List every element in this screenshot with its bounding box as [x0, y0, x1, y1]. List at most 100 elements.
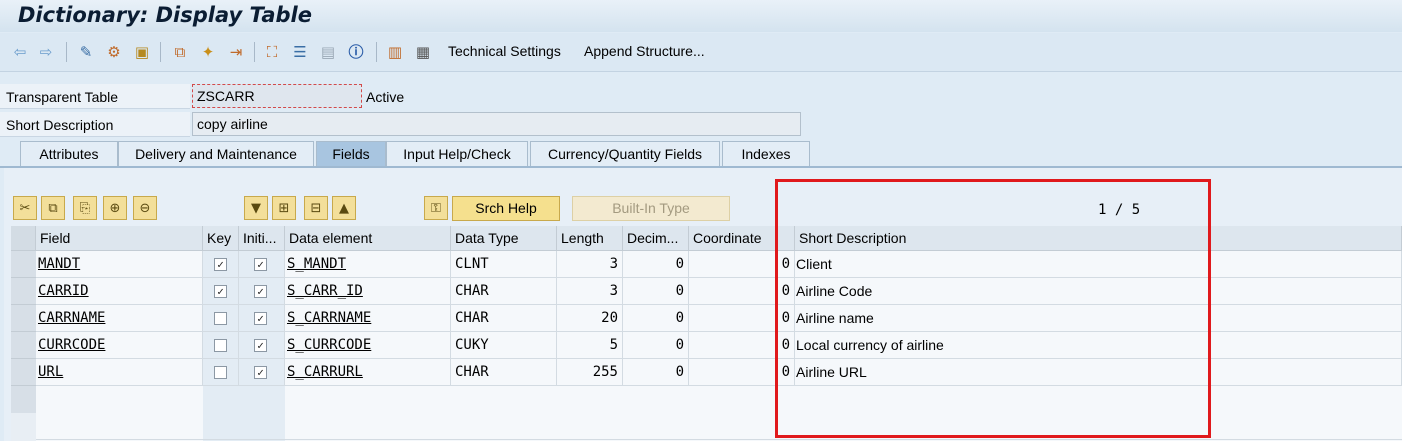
- cell-decimals: 0: [623, 332, 689, 359]
- short-description-field[interactable]: copy airline: [192, 112, 801, 136]
- cell-element[interactable]: S_CARRNAME: [285, 305, 451, 332]
- search-help-icon[interactable]: ⚿: [424, 196, 448, 220]
- table-type-label: Transparent Table: [6, 89, 119, 105]
- row-selector[interactable]: [11, 305, 36, 332]
- key-checkbox[interactable]: [214, 312, 227, 325]
- tab-indexes[interactable]: Indexes: [722, 141, 810, 166]
- filter-down-icon[interactable]: ▼: [244, 196, 268, 220]
- contents-icon[interactable]: ▥: [385, 42, 405, 62]
- info-icon[interactable]: ⓘ: [346, 42, 366, 62]
- initial-values-checkbox[interactable]: ✓: [254, 285, 267, 298]
- title-bar: Dictionary: Display Table: [0, 0, 1402, 32]
- cell-type: CHAR: [451, 359, 557, 386]
- tab-currency-quantity[interactable]: Currency/Quantity Fields: [530, 141, 720, 166]
- table-name-field[interactable]: ZSCARR: [192, 84, 362, 108]
- cell-field[interactable]: CARRNAME: [36, 305, 203, 332]
- cell-length: 3: [557, 251, 623, 278]
- initial-values-checkbox[interactable]: ✓: [254, 339, 267, 352]
- cell-field[interactable]: CARRID: [36, 278, 203, 305]
- col-header-data-element[interactable]: Data element: [285, 226, 451, 251]
- cell-init: ✓: [239, 359, 285, 386]
- hierarchy-icon[interactable]: ⛶: [262, 42, 282, 62]
- cell-field[interactable]: MANDT: [36, 251, 203, 278]
- cell-length: 3: [557, 278, 623, 305]
- row-selector-empty: [11, 413, 36, 441]
- short-description-value: copy airline: [197, 116, 268, 132]
- object-list-icon[interactable]: ✦: [198, 42, 218, 62]
- cell-element[interactable]: S_CARR_ID: [285, 278, 451, 305]
- forward-icon[interactable]: ⇨: [36, 42, 56, 62]
- key-checkbox[interactable]: [214, 339, 227, 352]
- append-structure-button[interactable]: Append Structure...: [584, 43, 705, 59]
- select-all-corner[interactable]: [11, 226, 36, 251]
- delete-row-icon[interactable]: ⊖: [133, 196, 157, 220]
- cell-init: ✓: [239, 332, 285, 359]
- cell-field[interactable]: URL: [36, 359, 203, 386]
- cell-init: ✓: [239, 305, 285, 332]
- cell-decimals: 0: [623, 359, 689, 386]
- next-page-icon[interactable]: ⊟: [304, 196, 328, 220]
- status-label: Active: [366, 89, 405, 105]
- col-header-key[interactable]: Key: [203, 226, 239, 251]
- tab-input-help-check[interactable]: Input Help/Check: [386, 141, 528, 166]
- tab-fields[interactable]: Fields: [316, 141, 386, 166]
- row-selector[interactable]: [11, 251, 36, 278]
- back-icon[interactable]: ⇦: [10, 42, 30, 62]
- key-checkbox[interactable]: [214, 366, 227, 379]
- other-object-icon[interactable]: ✎: [76, 42, 96, 62]
- cell-key: [203, 332, 239, 359]
- display-change-icon[interactable]: ⚙: [104, 42, 124, 62]
- table-contents-icon[interactable]: ▦: [413, 42, 433, 62]
- key-checkbox[interactable]: ✓: [214, 258, 227, 271]
- layout-icon[interactable]: ▤: [318, 42, 338, 62]
- cell-type: CHAR: [451, 278, 557, 305]
- where-used-icon[interactable]: ⧉: [170, 42, 190, 62]
- cell-decimals: 0: [623, 305, 689, 332]
- tab-attributes[interactable]: Attributes: [20, 141, 118, 166]
- window-title: Dictionary: Display Table: [18, 3, 312, 27]
- highlight-box: [775, 179, 1211, 438]
- cell-field[interactable]: CURRCODE: [36, 332, 203, 359]
- documentation-icon[interactable]: ☰: [290, 42, 310, 62]
- col-header-decimals[interactable]: Decim...: [623, 226, 689, 251]
- row-selector[interactable]: [11, 278, 36, 305]
- col-header-field[interactable]: Field: [36, 226, 203, 251]
- initial-values-checkbox[interactable]: ✓: [254, 366, 267, 379]
- row-selector[interactable]: [11, 332, 36, 359]
- col-header-initial[interactable]: Initi...: [239, 226, 285, 251]
- col-header-data-type[interactable]: Data Type: [451, 226, 557, 251]
- cell-element[interactable]: S_CURRCODE: [285, 332, 451, 359]
- cell-type: CLNT: [451, 251, 557, 278]
- built-in-type-button[interactable]: Built-In Type: [572, 196, 730, 221]
- table-type-label-cell: Transparent Table: [0, 84, 190, 109]
- filter-up-icon[interactable]: ▲: [332, 196, 356, 220]
- cell-length: 20: [557, 305, 623, 332]
- copy-icon[interactable]: ⧉: [41, 196, 65, 220]
- technical-settings-button[interactable]: Technical Settings: [448, 43, 561, 59]
- cell-init: ✓: [239, 278, 285, 305]
- cell-key: ✓: [203, 251, 239, 278]
- cell-decimals: 0: [623, 278, 689, 305]
- cell-type: CUKY: [451, 332, 557, 359]
- insert-row-icon[interactable]: ⊕: [103, 196, 127, 220]
- short-desc-label: Short Description: [6, 117, 114, 133]
- cell-init: ✓: [239, 251, 285, 278]
- col-header-length[interactable]: Length: [557, 226, 623, 251]
- cell-element[interactable]: S_CARRURL: [285, 359, 451, 386]
- row-selector[interactable]: [11, 359, 36, 386]
- initial-values-checkbox[interactable]: ✓: [254, 312, 267, 325]
- short-desc-label-cell: Short Description: [0, 112, 190, 137]
- key-checkbox[interactable]: ✓: [214, 285, 227, 298]
- tab-strip: Attributes Delivery and Maintenance Fiel…: [0, 141, 1402, 167]
- cell-element[interactable]: S_MANDT: [285, 251, 451, 278]
- cell-type: CHAR: [451, 305, 557, 332]
- activate-icon[interactable]: ▣: [132, 42, 152, 62]
- cut-icon[interactable]: ✂: [13, 196, 37, 220]
- cell-key: ✓: [203, 278, 239, 305]
- srch-help-button[interactable]: Srch Help: [452, 196, 560, 221]
- navigation-icon[interactable]: ⇥: [226, 42, 246, 62]
- paste-icon[interactable]: ⎘: [73, 196, 97, 220]
- initial-values-checkbox[interactable]: ✓: [254, 258, 267, 271]
- tab-delivery-maintenance[interactable]: Delivery and Maintenance: [118, 141, 314, 166]
- first-page-icon[interactable]: ⊞: [272, 196, 296, 220]
